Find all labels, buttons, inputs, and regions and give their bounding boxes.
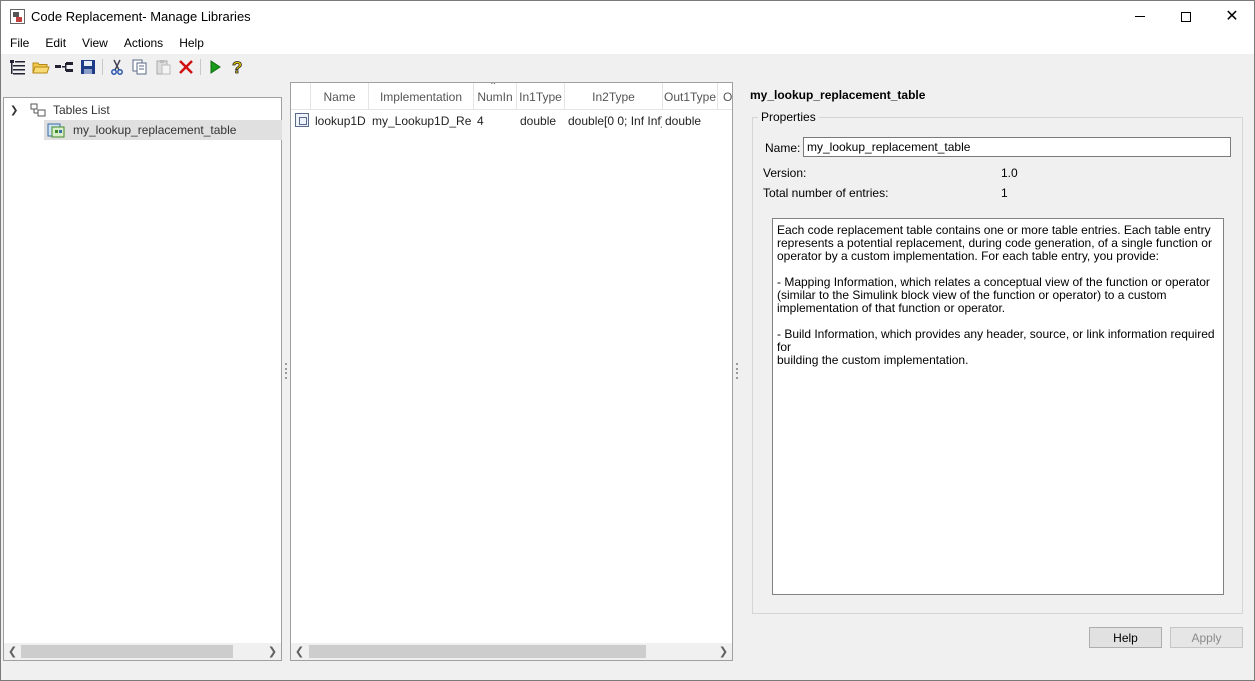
svg-text:?: ? xyxy=(232,58,242,76)
tables-tree[interactable]: ❯ Tables List my_lookup_replacement_tabl… xyxy=(3,97,282,661)
delete-icon xyxy=(179,60,193,74)
version-value: 1.0 xyxy=(1001,166,1018,180)
tree-root-node[interactable]: ❯ Tables List xyxy=(10,102,110,118)
toolbar: ? xyxy=(1,54,1254,80)
toolbar-separator xyxy=(102,59,103,75)
table-cell-name[interactable]: lookup1D xyxy=(315,114,369,130)
paste-icon xyxy=(156,60,171,75)
apply-button[interactable]: Apply xyxy=(1170,627,1243,648)
splitter-handle[interactable] xyxy=(285,363,288,379)
entries-label: Total number of entries: xyxy=(763,186,889,200)
maximize-icon xyxy=(1181,11,1191,22)
minimize-button[interactable] xyxy=(1117,1,1163,32)
help-icon: ? xyxy=(232,58,243,76)
column-header-in2type[interactable]: In2Type xyxy=(565,83,663,110)
menu-bar: File Edit View Actions Help xyxy=(1,32,1254,54)
entries-value: 1 xyxy=(1001,186,1008,200)
help-button[interactable]: Help xyxy=(1089,627,1162,648)
maximize-button[interactable] xyxy=(1163,1,1209,32)
chevron-down-icon[interactable]: ❯ xyxy=(10,105,22,116)
column-header-in1type[interactable]: In1Type xyxy=(517,83,565,110)
table-cell-in1type[interactable]: double xyxy=(520,114,564,130)
details-title: my_lookup_replacement_table xyxy=(750,88,926,102)
menu-view[interactable]: View xyxy=(73,32,115,54)
scroll-right-icon[interactable]: ❯ xyxy=(264,643,281,660)
scroll-left-icon[interactable]: ❮ xyxy=(291,643,308,660)
folder-icon xyxy=(32,62,50,74)
app-icon xyxy=(10,9,25,24)
new-entry-icon xyxy=(55,62,73,72)
new-table-button[interactable] xyxy=(8,57,28,77)
table-horizontal-scrollbar[interactable]: ❮ ❯ xyxy=(291,643,732,660)
sort-ascending-icon: ⌃ xyxy=(489,82,498,92)
name-label: Name: xyxy=(765,141,801,155)
main-window: Code Replacement- Manage Libraries ✕ Fil… xyxy=(0,0,1255,681)
tree-root-label: Tables List xyxy=(53,103,110,117)
column-header-name[interactable]: Name xyxy=(311,83,369,110)
scissors-icon xyxy=(111,59,123,75)
table-cell-in2type[interactable]: double[0 0; Inf Inf] xyxy=(568,114,662,130)
table-cell-implementation[interactable]: my_Lookup1D_Repl xyxy=(372,114,472,130)
scroll-thumb[interactable] xyxy=(309,645,646,658)
new-table-icon xyxy=(10,60,25,75)
tables-list-icon xyxy=(30,103,46,117)
column-header-implementation[interactable]: Implementation xyxy=(369,83,474,110)
minimize-icon xyxy=(1135,16,1145,17)
column-header-out1type[interactable]: Out1Type xyxy=(663,83,718,110)
entry-icon xyxy=(295,113,309,127)
validate-button[interactable] xyxy=(205,57,225,77)
table-cell-out1type[interactable]: double xyxy=(665,114,717,130)
name-field[interactable] xyxy=(803,137,1231,157)
menu-file[interactable]: File xyxy=(1,32,36,54)
scroll-left-icon[interactable]: ❮ xyxy=(4,643,21,660)
tree-item-label: my_lookup_replacement_table xyxy=(73,123,237,137)
tree-pane-header xyxy=(3,82,282,98)
description-text: Each code replacement table contains one… xyxy=(772,218,1224,595)
run-icon xyxy=(210,60,221,74)
tree-item-table[interactable]: my_lookup_replacement_table xyxy=(44,120,282,140)
paste-button[interactable] xyxy=(153,57,173,77)
entries-table[interactable]: Name Implementation NumIn In1Type In2Typ… xyxy=(290,82,733,661)
title-bar: Code Replacement- Manage Libraries ✕ xyxy=(1,1,1254,32)
delete-button[interactable] xyxy=(176,57,196,77)
save-button[interactable] xyxy=(78,57,98,77)
tree-horizontal-scrollbar[interactable]: ❮ ❯ xyxy=(4,643,281,660)
open-button[interactable] xyxy=(31,57,51,77)
version-label: Version: xyxy=(763,166,807,180)
column-header-truncated[interactable]: O xyxy=(718,83,732,110)
toolbar-separator xyxy=(200,59,201,75)
scroll-thumb[interactable] xyxy=(21,645,233,658)
save-icon xyxy=(81,60,95,74)
table-header: Name Implementation NumIn In1Type In2Typ… xyxy=(291,83,732,110)
new-entry-button[interactable] xyxy=(54,57,74,77)
splitter-handle[interactable] xyxy=(736,363,739,379)
menu-actions[interactable]: Actions xyxy=(115,32,170,54)
table-cell-numin[interactable]: 4 xyxy=(477,114,515,130)
help-toolbar-button[interactable]: ? xyxy=(228,57,248,77)
copy-button[interactable] xyxy=(130,57,150,77)
menu-edit[interactable]: Edit xyxy=(36,32,73,54)
menu-help[interactable]: Help xyxy=(170,32,211,54)
close-icon: ✕ xyxy=(1225,7,1239,25)
scroll-right-icon[interactable]: ❯ xyxy=(715,643,732,660)
column-header-icon xyxy=(291,83,311,110)
close-button[interactable]: ✕ xyxy=(1209,1,1255,32)
table-icon xyxy=(47,123,65,138)
properties-label: Properties xyxy=(758,110,819,124)
window-title: Code Replacement- Manage Libraries xyxy=(31,9,251,24)
copy-icon xyxy=(132,59,147,75)
cut-button[interactable] xyxy=(107,57,127,77)
